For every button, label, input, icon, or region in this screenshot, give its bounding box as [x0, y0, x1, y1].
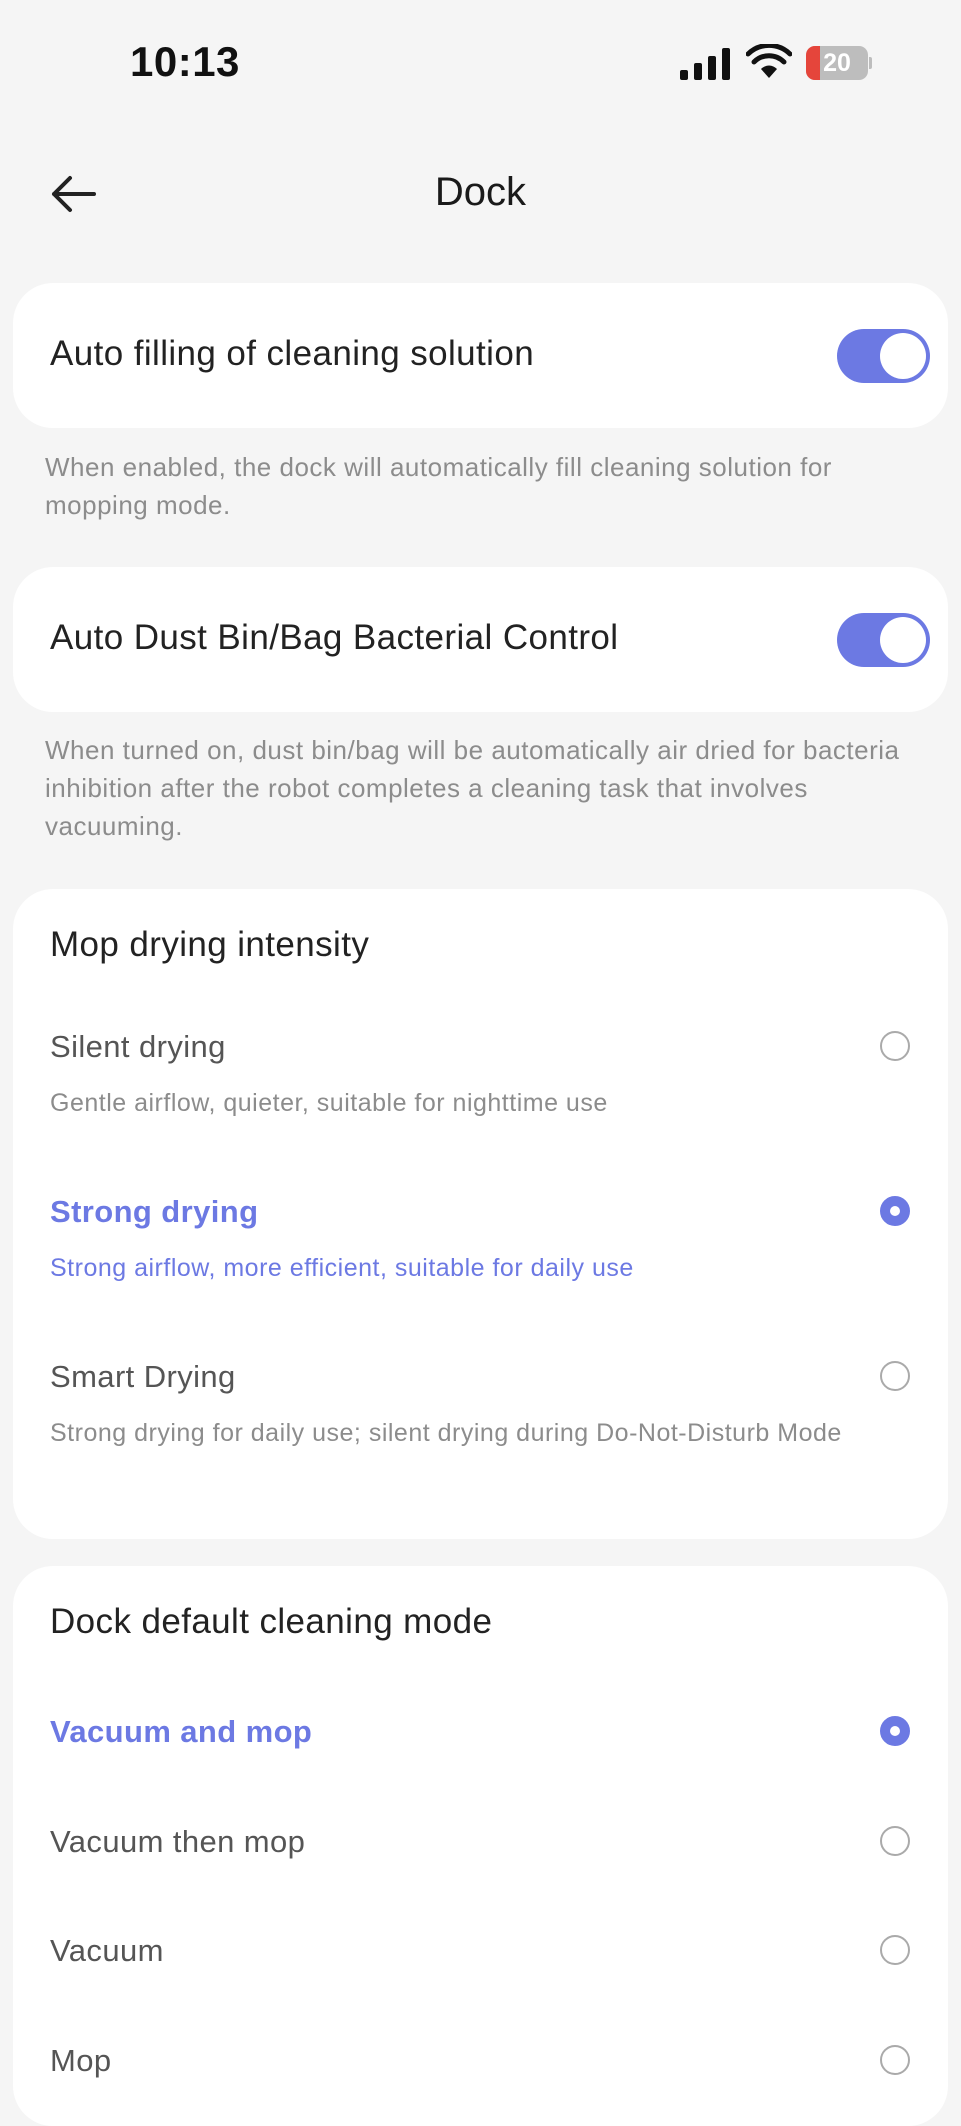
option-label: Silent drying: [50, 1029, 226, 1064]
auto-fill-card: Auto filling of cleaning solution: [13, 283, 948, 428]
page-title: Dock: [434, 170, 527, 214]
radio-button[interactable]: [880, 1031, 910, 1061]
wifi-icon: [746, 44, 792, 78]
status-bar: 10:13 20: [0, 0, 961, 120]
battery-level: 20: [823, 49, 851, 77]
radio-button-checked[interactable]: [880, 1716, 910, 1746]
option-smart-drying[interactable]: Smart Drying Strong drying for daily use…: [13, 1359, 948, 1519]
radio-button[interactable]: [880, 1826, 910, 1856]
option-label: Vacuum and mop: [50, 1714, 313, 1749]
option-description: Strong drying for daily use; silent dryi…: [50, 1419, 842, 1447]
mop-drying-card: Mop drying intensity Silent drying Gentl…: [13, 889, 948, 1539]
cleaning-mode-card: Dock default cleaning mode Vacuum and mo…: [13, 1566, 948, 2126]
radio-button-checked[interactable]: [880, 1196, 910, 1226]
status-time: 10:13: [130, 38, 240, 85]
option-description: Gentle airflow, quieter, suitable for ni…: [50, 1089, 608, 1117]
option-vacuum[interactable]: Vacuum: [13, 1933, 948, 1993]
cleaning-mode-title: Dock default cleaning mode: [50, 1602, 493, 1641]
bacterial-control-toggle[interactable]: [837, 613, 930, 667]
option-label: Vacuum: [50, 1933, 164, 1968]
auto-fill-toggle[interactable]: [837, 329, 930, 383]
option-silent-drying[interactable]: Silent drying Gentle airflow, quieter, s…: [13, 1029, 948, 1159]
bacterial-control-label: Auto Dust Bin/Bag Bacterial Control: [50, 618, 619, 657]
option-mop[interactable]: Mop: [13, 2043, 948, 2103]
option-label: Vacuum then mop: [50, 1824, 306, 1859]
radio-button[interactable]: [880, 1935, 910, 1965]
radio-button[interactable]: [880, 1361, 910, 1391]
bacterial-control-description: When turned on, dust bin/bag will be aut…: [45, 735, 900, 841]
auto-fill-label: Auto filling of cleaning solution: [50, 334, 535, 373]
cellular-signal-icon: [680, 48, 730, 80]
radio-button[interactable]: [880, 2045, 910, 2075]
option-label: Mop: [50, 2043, 112, 2078]
option-label: Strong drying: [50, 1194, 259, 1229]
option-label: Smart Drying: [50, 1359, 236, 1394]
option-description: Strong airflow, more efficient, suitable…: [50, 1254, 634, 1282]
auto-fill-description: When enabled, the dock will automaticall…: [45, 452, 832, 520]
mop-drying-title: Mop drying intensity: [50, 925, 370, 964]
bacterial-control-card: Auto Dust Bin/Bag Bacterial Control: [13, 567, 948, 712]
option-strong-drying[interactable]: Strong drying Strong airflow, more effic…: [13, 1194, 948, 1324]
option-vacuum-and-mop[interactable]: Vacuum and mop: [13, 1714, 948, 1774]
battery-icon: 20: [806, 46, 872, 80]
option-vacuum-then-mop[interactable]: Vacuum then mop: [13, 1824, 948, 1884]
